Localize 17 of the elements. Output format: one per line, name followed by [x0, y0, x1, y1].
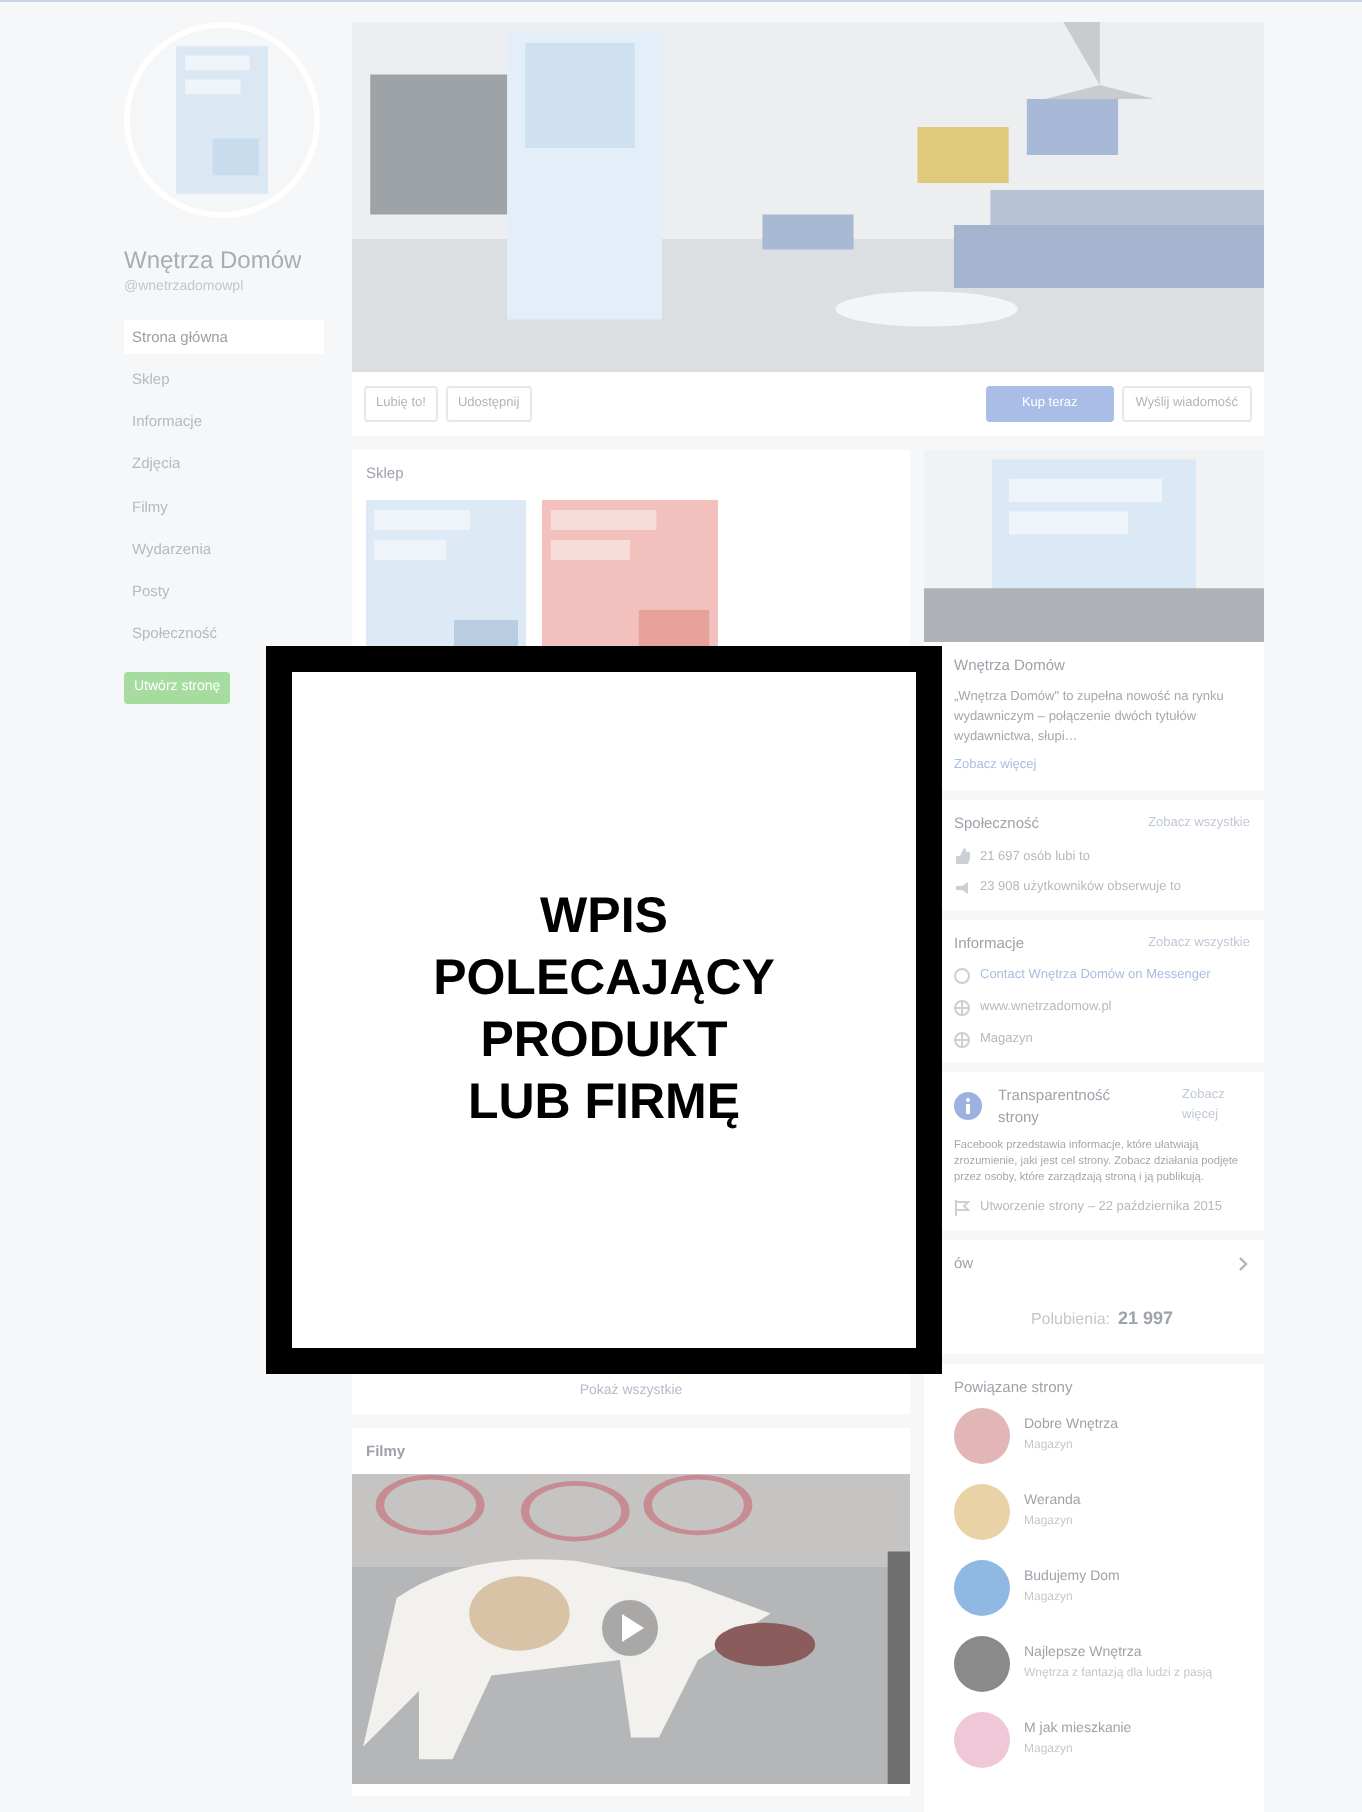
chevron-icon[interactable] [1238, 1255, 1250, 1272]
page-logo-icon[interactable] [954, 1560, 1010, 1617]
thumb-icon [954, 848, 970, 865]
flag-icon [954, 1200, 970, 1217]
page-logo-icon[interactable] [954, 1484, 1010, 1541]
likes-label: Polubienia: [1030, 1308, 1111, 1333]
globe-icon [954, 1031, 970, 1048]
page-logo-icon[interactable] [954, 1636, 1010, 1693]
globe-icon [954, 999, 970, 1016]
page-logo-icon[interactable] [954, 1712, 1010, 1769]
info-icon [954, 1091, 982, 1120]
page-logo-icon[interactable] [954, 1408, 1010, 1465]
messenger-icon [954, 968, 970, 985]
follow-icon [954, 880, 970, 897]
likes-count: 21 997 [1118, 1306, 1174, 1333]
overlay-title: WPIS POLECAJĄCY PRODUKT LUB FIRMĘ [433, 885, 775, 1135]
page-name: Wnętrza Domów [124, 244, 304, 278]
